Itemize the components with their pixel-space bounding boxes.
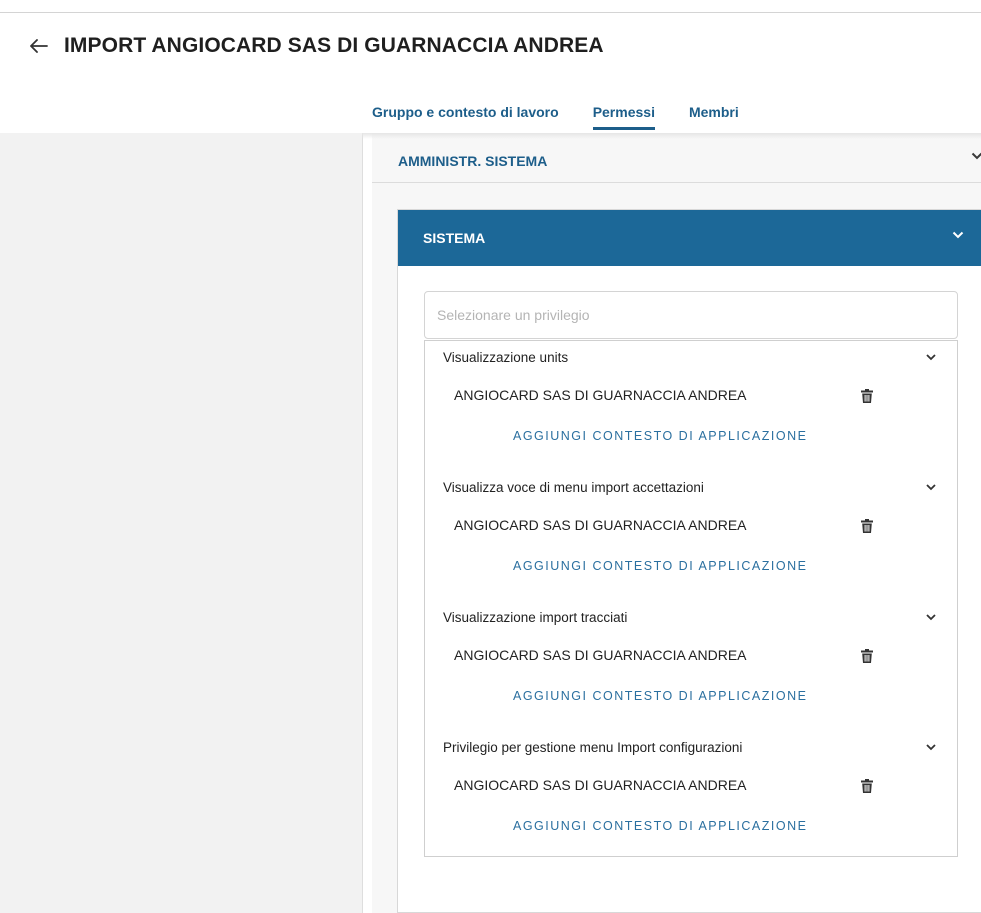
trash-icon[interactable] bbox=[861, 779, 873, 793]
chevron-down-icon bbox=[952, 231, 964, 239]
section-sistema-header[interactable]: SISTEMA bbox=[398, 210, 981, 266]
page-title: IMPORT ANGIOCARD SAS DI GUARNACCIA ANDRE… bbox=[64, 34, 604, 57]
chevron-down-icon[interactable] bbox=[926, 354, 936, 361]
privilege-name: Visualizzazione units bbox=[443, 350, 569, 365]
context-name: ANGIOCARD SAS DI GUARNACCIA ANDREA bbox=[454, 777, 747, 793]
add-context-button[interactable]: AGGIUNGI CONTESTO DI APPLICAZIONE bbox=[513, 819, 807, 833]
privilege-search-input[interactable] bbox=[424, 291, 958, 339]
context-name: ANGIOCARD SAS DI GUARNACCIA ANDREA bbox=[454, 517, 747, 533]
page-header: IMPORT ANGIOCARD SAS DI GUARNACCIA ANDRE… bbox=[28, 30, 604, 62]
section-title: SISTEMA bbox=[423, 230, 486, 246]
privilege-name: Visualizza voce di menu import accettazi… bbox=[443, 480, 704, 495]
privilege-item: Visualizzazione units ANGIOCARD SAS DI G… bbox=[425, 341, 957, 471]
section-amministr-sistema[interactable]: AMMINISTR. SISTEMA bbox=[372, 139, 981, 183]
tab-permessi[interactable]: Permessi bbox=[592, 97, 656, 130]
privilege-item: Visualizzazione import tracciati ANGIOCA… bbox=[425, 601, 957, 731]
privilege-name: Privilegio per gestione menu Import conf… bbox=[443, 740, 743, 755]
privilege-name: Visualizzazione import tracciati bbox=[443, 610, 628, 625]
top-divider bbox=[0, 12, 981, 13]
chevron-down-icon bbox=[971, 152, 981, 160]
trash-icon[interactable] bbox=[861, 519, 873, 533]
add-context-button[interactable]: AGGIUNGI CONTESTO DI APPLICAZIONE bbox=[513, 559, 807, 573]
tab-gruppo-contesto[interactable]: Gruppo e contesto di lavoro bbox=[372, 97, 559, 127]
chevron-down-icon[interactable] bbox=[926, 614, 936, 621]
context-name: ANGIOCARD SAS DI GUARNACCIA ANDREA bbox=[454, 647, 747, 663]
privilege-item: Privilegio per gestione menu Import conf… bbox=[425, 731, 957, 861]
trash-icon[interactable] bbox=[861, 389, 873, 403]
tab-membri[interactable]: Membri bbox=[689, 97, 739, 127]
back-button[interactable] bbox=[28, 35, 50, 57]
chevron-down-icon[interactable] bbox=[926, 744, 936, 751]
add-context-button[interactable]: AGGIUNGI CONTESTO DI APPLICAZIONE bbox=[513, 689, 807, 703]
privilege-item: Visualizza voce di menu import accettazi… bbox=[425, 471, 957, 601]
trash-icon[interactable] bbox=[861, 649, 873, 663]
add-context-button[interactable]: AGGIUNGI CONTESTO DI APPLICAZIONE bbox=[513, 429, 807, 443]
left-panel bbox=[0, 133, 363, 913]
section-title: AMMINISTR. SISTEMA bbox=[398, 152, 548, 169]
arrow-left-icon bbox=[30, 39, 48, 53]
section-sistema-card: SISTEMA Visualizzazione units ANGIOCARD … bbox=[397, 209, 981, 913]
chevron-down-icon[interactable] bbox=[926, 484, 936, 491]
tab-bar: Gruppo e contesto di lavoro Permessi Mem… bbox=[372, 97, 773, 137]
context-name: ANGIOCARD SAS DI GUARNACCIA ANDREA bbox=[454, 387, 747, 403]
privilege-list: Visualizzazione units ANGIOCARD SAS DI G… bbox=[424, 340, 958, 857]
